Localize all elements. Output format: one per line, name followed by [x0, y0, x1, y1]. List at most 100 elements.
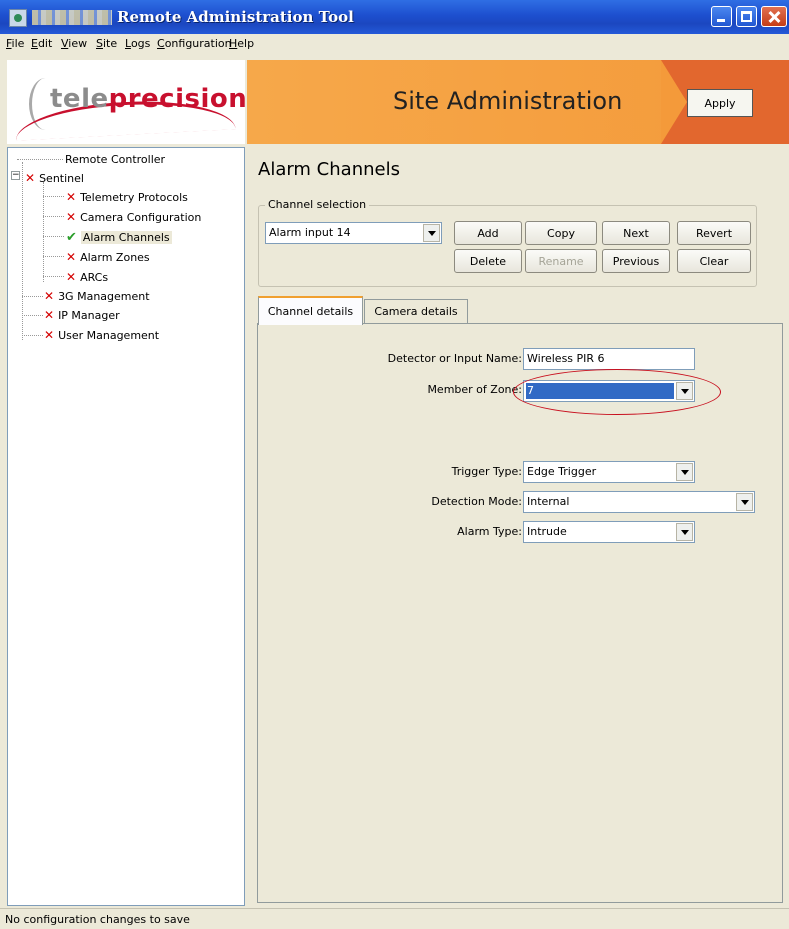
tab-camera-details[interactable]: Camera details: [364, 299, 468, 323]
tree-item-label: Sentinel: [39, 171, 84, 185]
trigger-type-label: Trigger Type:: [451, 465, 522, 478]
tree-line: [43, 236, 64, 237]
apply-button[interactable]: Apply: [687, 89, 753, 117]
next-button[interactable]: Next: [602, 221, 670, 245]
title-bar: Remote Administration Tool: [0, 0, 789, 34]
clear-button[interactable]: Clear: [677, 249, 751, 273]
menu-bar: File Edit View Site Logs Configuration H…: [0, 34, 789, 54]
error-x-icon: ✕: [25, 171, 36, 185]
alarm-type-select[interactable]: Intrude: [523, 521, 695, 543]
tree-item-label: Alarm Channels: [80, 230, 172, 244]
teleprecision-logo: teleprecision: [7, 60, 247, 144]
app-icon: [9, 9, 27, 27]
detection-mode-value: Internal: [527, 495, 570, 508]
trigger-type-value: Edge Trigger: [527, 465, 597, 478]
tree-line: [43, 182, 44, 282]
tab-channel-details[interactable]: Channel details: [258, 296, 363, 325]
tree-line: [43, 276, 64, 277]
collapse-icon[interactable]: −: [11, 171, 20, 180]
page-title: Alarm Channels: [258, 159, 400, 180]
menu-site[interactable]: Site: [92, 36, 121, 51]
menu-help[interactable]: Help: [225, 36, 258, 51]
tree-item-label: Alarm Zones: [80, 250, 150, 264]
tree-item-remote-controller[interactable]: Remote Controller: [65, 150, 165, 168]
menu-view[interactable]: View: [57, 36, 91, 51]
tree-line: [43, 216, 64, 217]
close-button[interactable]: [761, 6, 787, 27]
copy-button[interactable]: Copy: [525, 221, 597, 245]
tree-line: [43, 256, 64, 257]
tree-line: [43, 196, 64, 197]
banner-title-area: Site Administration Apply: [247, 60, 789, 144]
minimize-button[interactable]: [711, 6, 732, 27]
error-x-icon: ✕: [44, 308, 55, 322]
tree-item-label: Telemetry Protocols: [80, 190, 188, 204]
menu-logs[interactable]: Logs: [121, 36, 154, 51]
tree-line: [22, 162, 23, 340]
logo-text: teleprecision: [50, 84, 247, 114]
window-title: Remote Administration Tool: [117, 8, 354, 26]
chevron-down-icon[interactable]: [423, 224, 440, 242]
error-x-icon: ✕: [66, 210, 77, 224]
tree-item-ip-manager[interactable]: ✕ IP Manager: [44, 306, 120, 324]
tree-item-camera-configuration[interactable]: ✕ Camera Configuration: [66, 208, 201, 226]
tree-item-arcs[interactable]: ✕ ARCs: [66, 268, 108, 286]
blurred-title-text: [32, 10, 112, 25]
logo-precision: precision: [108, 84, 248, 114]
chevron-down-icon[interactable]: [736, 493, 753, 511]
channel-details-panel: [257, 323, 783, 903]
channel-selection-label: Channel selection: [265, 198, 370, 211]
channel-select-value: Alarm input 14: [269, 226, 351, 239]
tree-item-label: 3G Management: [58, 289, 150, 303]
alarm-type-label: Alarm Type:: [457, 525, 522, 538]
detector-name-label: Detector or Input Name:: [387, 352, 522, 365]
tree-line: [22, 335, 43, 336]
error-x-icon: ✕: [66, 270, 77, 284]
chevron-down-icon[interactable]: [676, 463, 693, 481]
tree-item-label: ARCs: [80, 270, 109, 284]
checkmark-icon: ✔: [66, 229, 77, 245]
maximize-button[interactable]: [736, 6, 757, 27]
detector-name-input[interactable]: Wireless PIR 6: [523, 348, 695, 370]
rename-button[interactable]: Rename: [525, 249, 597, 273]
detection-mode-label: Detection Mode:: [431, 495, 522, 508]
tree-line: [22, 296, 43, 297]
tree-item-user-management[interactable]: ✕ User Management: [44, 326, 159, 344]
logo-tele: tele: [50, 84, 109, 114]
zone-label: Member of Zone:: [427, 383, 522, 396]
status-text: No configuration changes to save: [5, 913, 190, 926]
channel-selection-group: Channel selection Alarm input 14 Add Cop…: [258, 198, 757, 287]
delete-button[interactable]: Delete: [454, 249, 522, 273]
tree-item-3g-management[interactable]: ✕ 3G Management: [44, 287, 150, 305]
tree-item-alarm-zones[interactable]: ✕ Alarm Zones: [66, 248, 150, 266]
tree-item-label: IP Manager: [58, 308, 120, 322]
add-button[interactable]: Add: [454, 221, 522, 245]
header-banner: teleprecision Site Administration Apply: [0, 60, 789, 144]
chevron-down-icon[interactable]: [676, 523, 693, 541]
tree-item-alarm-channels[interactable]: ✔ Alarm Channels: [66, 228, 172, 246]
main-panel: Alarm Channels Channel selection Alarm i…: [251, 147, 789, 906]
error-x-icon: ✕: [44, 289, 55, 303]
channel-select[interactable]: Alarm input 14: [265, 222, 442, 244]
detector-name-value: Wireless PIR 6: [527, 352, 605, 365]
revert-button[interactable]: Revert: [677, 221, 751, 245]
banner-arrow: [661, 60, 687, 144]
detection-mode-select[interactable]: Internal: [523, 491, 755, 513]
status-bar: No configuration changes to save: [0, 908, 789, 929]
tree-item-sentinel[interactable]: ✕ Sentinel: [25, 169, 84, 187]
tree-item-label: User Management: [58, 328, 160, 342]
error-x-icon: ✕: [66, 250, 77, 264]
navigation-tree: Remote Controller − ✕ Sentinel ✕ Telemet…: [7, 147, 245, 906]
tree-item-telemetry-protocols[interactable]: ✕ Telemetry Protocols: [66, 188, 188, 206]
trigger-type-select[interactable]: Edge Trigger: [523, 461, 695, 483]
menu-edit[interactable]: Edit: [27, 36, 56, 51]
error-x-icon: ✕: [66, 190, 77, 204]
menu-configuration[interactable]: Configuration: [153, 36, 236, 51]
menu-file[interactable]: File: [2, 36, 28, 51]
tree-line: [17, 159, 63, 160]
tree-item-label: Camera Configuration: [80, 210, 202, 224]
previous-button[interactable]: Previous: [602, 249, 670, 273]
error-x-icon: ✕: [44, 328, 55, 342]
alarm-type-value: Intrude: [527, 525, 567, 538]
banner-title: Site Administration: [393, 87, 623, 115]
